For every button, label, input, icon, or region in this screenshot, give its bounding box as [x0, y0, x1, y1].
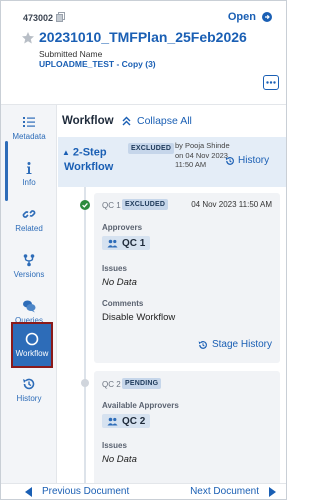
double-chevron-up-icon	[122, 116, 131, 126]
workflow-panel: Workflow Collapse All ▲ 2-Step Workflow E…	[58, 105, 286, 483]
comments-label: Comments	[102, 299, 144, 308]
status-badge: EXCLUDED	[122, 199, 169, 210]
star-icon[interactable]	[21, 31, 35, 45]
nav-label: History	[16, 394, 42, 403]
stage-history-button[interactable]: Stage History	[198, 339, 272, 350]
stage-date: 04 Nov 2023 11:50 AM	[191, 200, 272, 209]
submitted-name-value: UPLOADME_TEST - Copy (3)	[39, 59, 156, 69]
approver-name: QC 1	[122, 237, 146, 249]
issues-value: No Data	[102, 277, 137, 288]
stage-name: QC 1	[102, 201, 121, 210]
history-icon	[225, 156, 234, 165]
stage-history-label: Stage History	[211, 339, 272, 350]
nav-info[interactable]: Info	[1, 151, 57, 197]
pending-dot-icon	[81, 379, 89, 387]
users-icon	[107, 417, 118, 425]
nav-metadata[interactable]: Metadata	[1, 105, 57, 151]
nav-label: Metadata	[12, 132, 46, 141]
nav-label: Versions	[13, 270, 45, 279]
link-icon	[22, 210, 36, 218]
check-circle-icon	[80, 200, 90, 210]
workflow-step-name[interactable]: ▲ 2-Step Workflow	[62, 145, 113, 175]
circle-icon	[25, 332, 39, 346]
issues-label: Issues	[102, 441, 127, 450]
nav-related[interactable]: Related	[1, 197, 57, 243]
status-badge: EXCLUDED	[128, 143, 175, 154]
side-nav: Metadata Info Related Versions Queries W…	[1, 105, 57, 483]
nav-workflow[interactable]: Workflow	[11, 322, 53, 368]
next-document-button[interactable]: Next Document	[190, 486, 276, 497]
next-document-label: Next Document	[190, 486, 259, 497]
panel-title: Workflow	[62, 115, 114, 127]
nav-label: Related	[15, 224, 43, 233]
metadata-list-icon	[23, 117, 35, 127]
copy-icon[interactable]	[56, 12, 65, 22]
stage-card: QC 1 EXCLUDED 04 Nov 2023 11:50 AM Appro…	[94, 193, 280, 363]
comments-value: Disable Workflow	[102, 312, 176, 323]
users-icon	[107, 239, 118, 247]
history-label: History	[238, 155, 270, 166]
document-header: 473002 Open 20231010_TMFPlan_25Feb2026 S…	[1, 1, 286, 105]
chevron-up-icon: ▲	[62, 148, 70, 157]
document-title: 20231010_TMFPlan_25Feb2026	[39, 29, 247, 45]
collapse-all-label: Collapse All	[137, 115, 192, 127]
stage-name: QC 2	[102, 380, 121, 389]
approvers-label: Approvers	[102, 223, 143, 232]
issues-label: Issues	[102, 264, 127, 273]
history-icon	[23, 378, 35, 390]
info-icon	[26, 162, 32, 174]
timeline-line	[84, 187, 86, 483]
status-badge: PENDING	[122, 378, 162, 389]
arrow-right-circle-icon[interactable]	[262, 12, 272, 22]
chat-icon	[23, 300, 36, 313]
caret-left-icon	[25, 486, 32, 497]
previous-document-button[interactable]: Previous Document	[25, 486, 129, 497]
document-pager: Previous Document Next Document	[1, 483, 286, 499]
branch-icon	[23, 254, 35, 267]
workflow-step-header[interactable]: ▲ 2-Step Workflow EXCLUDED by Pooja Shind…	[58, 137, 286, 187]
approvers-label: Available Approvers	[102, 401, 179, 410]
collapse-all-button[interactable]: Collapse All	[122, 115, 192, 127]
step-name-line1: 2-Step	[72, 146, 107, 159]
open-link[interactable]: Open	[228, 11, 256, 23]
ellipsis-icon	[266, 81, 276, 84]
history-button[interactable]: History	[225, 155, 269, 166]
submitted-name-label: Submitted Name	[39, 49, 103, 59]
caret-right-icon	[269, 486, 276, 497]
step-name-line2: Workflow	[64, 161, 114, 174]
document-panel: 473002 Open 20231010_TMFPlan_25Feb2026 S…	[0, 0, 287, 500]
issues-value: No Data	[102, 454, 137, 465]
nav-label: Info	[22, 178, 36, 187]
nav-label: Workflow	[15, 349, 49, 358]
nav-history[interactable]: History	[1, 367, 57, 413]
stage-card: QC 2 PENDING Available Approvers QC 2 Is…	[94, 371, 280, 483]
approver-chip[interactable]: QC 1	[102, 236, 151, 250]
history-icon	[198, 340, 207, 349]
nav-versions[interactable]: Versions	[1, 243, 57, 289]
approver-chip[interactable]: QC 2	[102, 414, 151, 428]
approver-name: QC 2	[122, 415, 146, 427]
document-id: 473002	[23, 13, 54, 23]
step-author-text: by Pooja Shinde on 04 Nov 2023 11:50 AM	[175, 141, 230, 169]
more-options-button[interactable]	[263, 75, 279, 90]
previous-document-label: Previous Document	[42, 486, 130, 497]
